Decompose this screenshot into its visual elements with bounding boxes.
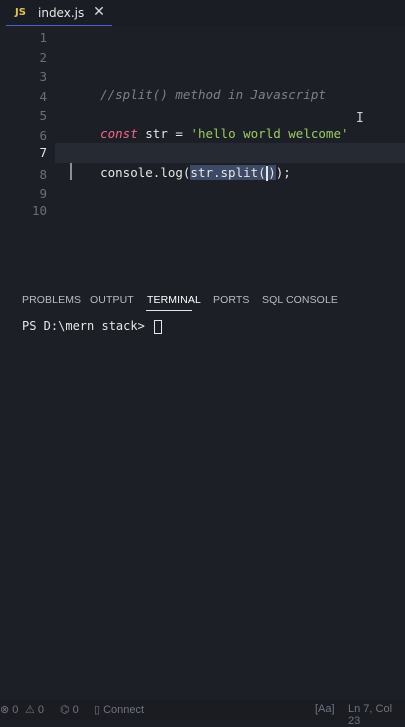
radio-tower-icon: ⌬ bbox=[60, 704, 70, 716]
tab-ports[interactable]: PORTS bbox=[213, 294, 249, 306]
line-caret bbox=[70, 163, 72, 180]
assign-operator: = bbox=[175, 125, 191, 141]
line-number: 5 bbox=[39, 108, 47, 123]
line-number: 10 bbox=[31, 203, 47, 218]
line-number: 8 bbox=[39, 166, 47, 182]
variable-name: str bbox=[137, 125, 176, 141]
tab-problems[interactable]: PROBLEMS bbox=[22, 294, 81, 306]
terminal-prompt-line[interactable]: PS D:\mern stack> bbox=[22, 318, 163, 334]
terminal-prompt: PS D:\mern stack> bbox=[22, 319, 153, 333]
panel-tab-bar: PROBLEMS OUTPUT TERMINAL PORTS SQL CONSO… bbox=[0, 284, 405, 314]
selected-text-end: ) bbox=[268, 164, 276, 180]
status-bar: ⊗ 0 ⚠ 0 ⌬ 0 ▯ Connect [Aa] Ln 7, Col 23 bbox=[0, 700, 405, 727]
terminal-panel[interactable]: PS D:\mern stack> bbox=[0, 314, 405, 700]
tab-filename: index.js bbox=[38, 5, 85, 20]
selected-text: str.split( bbox=[190, 164, 266, 180]
status-cursor-position[interactable]: Ln 7, Col 23 bbox=[348, 703, 405, 727]
line-number-active: 7 bbox=[39, 145, 47, 160]
active-tab-indicator bbox=[146, 310, 192, 311]
code-line-3[interactable]: //split() method in Javascript bbox=[70, 65, 326, 102]
close-icon[interactable]: ✕ bbox=[91, 3, 107, 21]
terminal-cursor bbox=[154, 319, 163, 334]
mouse-ibeam-icon: I bbox=[356, 111, 364, 126]
database-icon: ▯ bbox=[94, 704, 101, 716]
console-log-call: console.log( bbox=[100, 164, 191, 180]
line-number: 1 bbox=[39, 30, 47, 45]
status-match-case[interactable]: [Aa] bbox=[315, 703, 335, 715]
status-errors[interactable]: ⊗ 0 bbox=[0, 703, 19, 717]
string-literal: 'hello world welcome' bbox=[190, 125, 349, 141]
tab-terminal[interactable]: TERMINAL bbox=[147, 294, 201, 306]
match-case-label: [Aa] bbox=[315, 703, 335, 715]
tab-index-js[interactable]: JS index.js ✕ bbox=[6, 0, 112, 26]
connect-label: Connect bbox=[103, 703, 145, 716]
editor-tab-bar: JS index.js ✕ bbox=[0, 0, 405, 26]
error-icon: ⊗ bbox=[0, 704, 10, 716]
status-ports[interactable]: ⌬ 0 bbox=[60, 703, 79, 717]
tab-output[interactable]: OUTPUT bbox=[90, 294, 134, 306]
code-comment: //split() method in Javascript bbox=[100, 86, 326, 102]
warning-count: 0 bbox=[37, 703, 44, 716]
line-number: 2 bbox=[39, 49, 47, 65]
code-editor[interactable]: 1 2 3 4 5 6 7 8 9 10 //split() method in… bbox=[0, 26, 405, 284]
line-number: 4 bbox=[39, 88, 47, 104]
code-line-7[interactable]: console.log(str.split()); bbox=[70, 143, 291, 181]
ports-count: 0 bbox=[72, 703, 79, 716]
closing-paren: ); bbox=[275, 164, 291, 180]
error-count: 0 bbox=[12, 703, 19, 716]
code-line-5[interactable]: const str = 'hello world welcome' bbox=[70, 104, 348, 141]
status-connect[interactable]: ▯ Connect bbox=[94, 703, 145, 717]
keyword-const: const bbox=[100, 125, 138, 141]
line-number: 3 bbox=[39, 69, 47, 84]
tab-sql-console[interactable]: SQL CONSOLE bbox=[262, 294, 338, 306]
cursor-position-label: Ln 7, Col 23 bbox=[348, 703, 393, 727]
javascript-file-icon: JS bbox=[15, 7, 26, 18]
warning-icon: ⚠ bbox=[25, 704, 35, 716]
status-warnings[interactable]: ⚠ 0 bbox=[25, 703, 44, 717]
